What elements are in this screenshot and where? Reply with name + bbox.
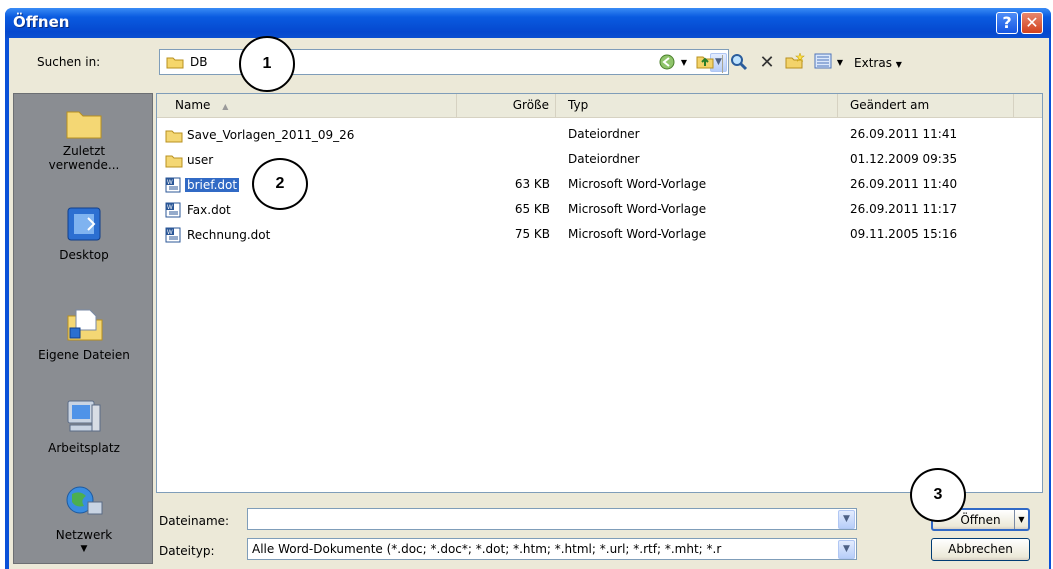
extras-menu[interactable]: Extras ▼ bbox=[849, 53, 907, 73]
column-type-label: Typ bbox=[568, 98, 589, 112]
filename-input[interactable]: ▼ bbox=[247, 508, 857, 530]
open-button-label: Öffnen bbox=[960, 513, 1001, 527]
file-modified: 26.09.2011 11:17 bbox=[850, 202, 958, 216]
place-my-computer[interactable]: Arbeitsplatz bbox=[14, 397, 154, 455]
up-folder-icon[interactable] bbox=[693, 53, 717, 73]
file-list: Name ▲ Größe Typ Geändert am Save_Vorlag… bbox=[156, 93, 1043, 493]
word-document-icon: W bbox=[165, 177, 181, 192]
file-name-cell: W Rechnung.dot bbox=[165, 223, 272, 246]
file-name: user bbox=[187, 152, 214, 167]
file-type: Microsoft Word-Vorlage bbox=[568, 177, 707, 191]
file-name-cell: Wbrief.dot bbox=[165, 173, 240, 196]
filename-label: Dateiname: bbox=[159, 514, 230, 528]
help-button[interactable]: ? bbox=[996, 12, 1018, 34]
back-icon[interactable] bbox=[655, 53, 679, 73]
callout-2: 2 bbox=[252, 158, 308, 210]
file-name: Fax.dot bbox=[187, 202, 231, 217]
file-name: Rechnung.dot bbox=[187, 227, 271, 242]
close-button[interactable]: ✕ bbox=[1021, 12, 1043, 34]
file-name: brief.dot bbox=[185, 177, 240, 192]
filetype-combobox[interactable]: Alle Word-Dokumente (*.doc; *.doc*; *.do… bbox=[247, 538, 857, 560]
file-modified: 26.09.2011 11:41 bbox=[850, 127, 958, 141]
back-dropdown-icon[interactable]: ▼ bbox=[679, 53, 689, 73]
views-dropdown-icon[interactable]: ▼ bbox=[835, 53, 845, 73]
folder-icon bbox=[165, 155, 183, 167]
look-in-value: DB bbox=[190, 55, 208, 69]
place-recent-label-1: Zuletzt bbox=[62, 144, 106, 158]
folder-icon bbox=[166, 57, 184, 69]
my-computer-icon bbox=[67, 400, 101, 432]
network-icon bbox=[66, 486, 103, 515]
chevron-down-icon[interactable]: ▼ bbox=[838, 510, 855, 529]
callout-1: 1 bbox=[239, 36, 295, 92]
svg-text:W: W bbox=[167, 230, 173, 236]
folder-icon bbox=[165, 130, 183, 142]
file-size: 65 KB bbox=[514, 202, 550, 216]
column-header-name[interactable]: Name ▲ bbox=[157, 94, 457, 117]
delete-icon[interactable]: ✕ bbox=[755, 53, 779, 73]
look-in-label: Suchen in: bbox=[37, 55, 101, 69]
column-header-size[interactable]: Größe bbox=[457, 94, 556, 117]
filetype-label: Dateityp: bbox=[159, 544, 215, 558]
recent-folder-icon bbox=[66, 111, 102, 139]
column-header-type[interactable]: Typ bbox=[556, 94, 838, 117]
title-bar[interactable]: Öffnen ? ✕ bbox=[5, 8, 1051, 38]
dialog-title: Öffnen bbox=[13, 13, 70, 31]
file-name-cell: W Fax.dot bbox=[165, 198, 233, 221]
file-size: 63 KB bbox=[514, 177, 550, 191]
file-modified: 09.11.2005 15:16 bbox=[850, 227, 958, 241]
file-type: Microsoft Word-Vorlage bbox=[568, 227, 707, 241]
place-recent-label-2: verwende... bbox=[48, 158, 120, 172]
filetype-value: Alle Word-Dokumente (*.doc; *.doc*; *.do… bbox=[252, 542, 722, 556]
document-text-fragment bbox=[0, 0, 1053, 8]
file-size: 75 KB bbox=[514, 227, 550, 241]
file-modified: 01.12.2009 09:35 bbox=[850, 152, 958, 166]
file-name: Save_Vorlagen_2011_09_26 bbox=[187, 127, 355, 142]
file-type: Dateiordner bbox=[568, 127, 640, 141]
svg-text:W: W bbox=[167, 205, 173, 211]
toolbar-separator bbox=[722, 55, 723, 73]
sort-ascending-icon: ▲ bbox=[222, 102, 229, 111]
table-row[interactable]: Save_Vorlagen_2011_09_26 Dateiordner 26.… bbox=[157, 123, 1042, 145]
place-my-computer-label: Arbeitsplatz bbox=[48, 441, 120, 455]
file-modified: 26.09.2011 11:40 bbox=[850, 177, 958, 191]
column-size-label: Größe bbox=[512, 98, 549, 112]
places-bar: Zuletzt verwende... Desktop Eigene Datei… bbox=[13, 93, 153, 564]
open-dialog: Öffnen ? ✕ Suchen in: DB ▼ ▼ ✕ ▼ Extras … bbox=[5, 8, 1051, 569]
place-desktop-label: Desktop bbox=[59, 248, 109, 262]
column-name-label: Name bbox=[175, 98, 211, 112]
desktop-icon bbox=[67, 207, 101, 241]
my-documents-icon bbox=[67, 309, 103, 341]
extras-label: Extras bbox=[854, 56, 892, 70]
column-header-modified[interactable]: Geändert am bbox=[838, 94, 1014, 117]
file-name-cell: Save_Vorlagen_2011_09_26 bbox=[165, 123, 356, 146]
place-recent[interactable]: Zuletzt verwende... bbox=[14, 104, 154, 172]
column-modified-label: Geändert am bbox=[850, 98, 930, 112]
file-type: Microsoft Word-Vorlage bbox=[568, 202, 707, 216]
column-header-row: Name ▲ Größe Typ Geändert am bbox=[157, 94, 1042, 118]
svg-text:W: W bbox=[167, 180, 173, 186]
place-desktop[interactable]: Desktop bbox=[14, 206, 154, 262]
place-network-label: Netzwerk bbox=[55, 528, 113, 542]
views-icon[interactable] bbox=[811, 53, 835, 73]
place-my-documents[interactable]: Eigene Dateien bbox=[14, 304, 154, 362]
callout-3: 3 bbox=[910, 468, 966, 522]
open-dropdown-icon[interactable]: ▼ bbox=[1014, 510, 1028, 529]
chevron-down-icon[interactable]: ▼ bbox=[14, 544, 154, 554]
chevron-down-icon[interactable]: ▼ bbox=[838, 540, 855, 559]
new-folder-icon[interactable] bbox=[783, 52, 807, 73]
place-my-documents-label: Eigene Dateien bbox=[38, 348, 130, 362]
word-document-icon: W bbox=[165, 227, 181, 242]
dialog-client-area: Suchen in: DB ▼ ▼ ✕ ▼ Extras ▼ Zuletzt v… bbox=[9, 38, 1049, 569]
cancel-button[interactable]: Abbrechen bbox=[931, 538, 1030, 561]
place-network[interactable]: Netzwerk ▼ bbox=[14, 484, 154, 554]
search-web-icon[interactable] bbox=[727, 53, 751, 73]
file-type: Dateiordner bbox=[568, 152, 640, 166]
table-row[interactable]: W Rechnung.dot 75 KB Microsoft Word-Vorla… bbox=[157, 223, 1042, 245]
word-document-icon: W bbox=[165, 202, 181, 217]
file-name-cell: user bbox=[165, 148, 215, 171]
